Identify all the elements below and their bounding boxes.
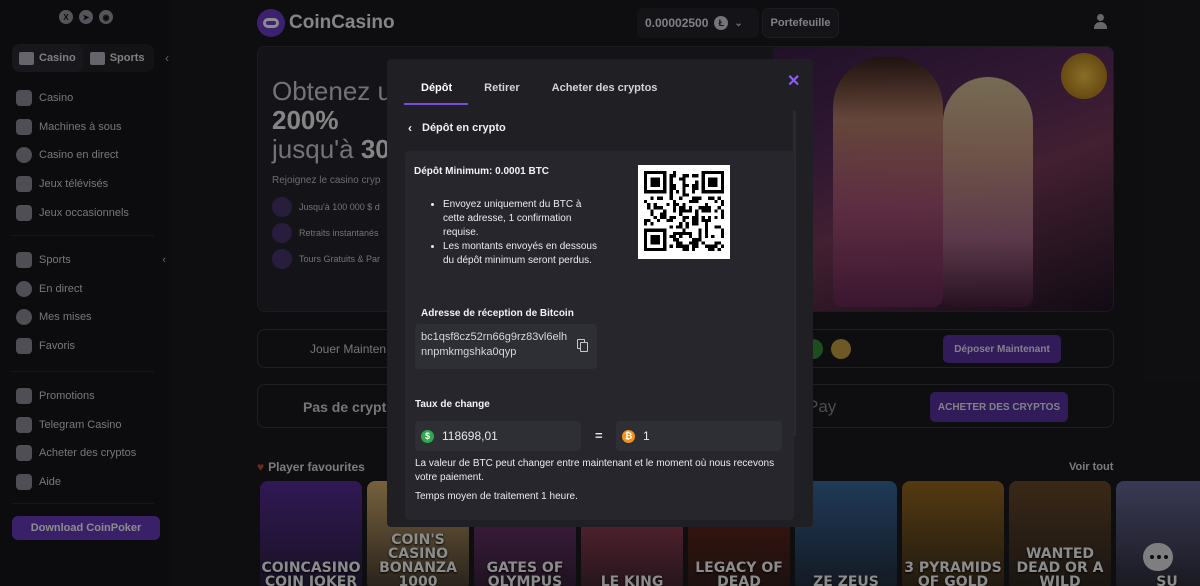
modal-body: ‹ Dépôt en crypto Dépôt Minimum: 0.0001 …	[404, 111, 796, 521]
qr-code-image	[644, 171, 724, 251]
copy-icon[interactable]	[577, 339, 589, 352]
tab-buy-crypto[interactable]: Acheter des cryptos	[536, 75, 674, 105]
close-icon[interactable]: ✕	[787, 71, 800, 91]
min-deposit-text: Dépôt Minimum: 0.0001 BTC	[414, 166, 550, 177]
btc-amount: 1	[643, 429, 650, 443]
tab-deposit[interactable]: Dépôt	[404, 75, 469, 105]
bitcoin-address[interactable]: bc1qsf8cz52rn66g9rz83vl6elhnnpmkmgshka0q…	[421, 330, 571, 360]
instruction-item: Envoyez uniquement du BTC à cette adress…	[443, 198, 603, 240]
address-label: Adresse de réception de Bitcoin	[421, 308, 574, 319]
tab-withdraw[interactable]: Retirer	[468, 75, 535, 105]
instruction-item: Les montants envoyés en dessous du dépôt…	[443, 240, 603, 268]
usd-amount-field[interactable]: $ 118698,01	[415, 421, 581, 451]
deposit-instructions: Envoyez uniquement du BTC à cette adress…	[443, 198, 603, 268]
processing-time: Temps moyen de traitement 1 heure.	[415, 491, 578, 502]
exchange-rate-label: Taux de change	[415, 399, 490, 410]
deposit-modal: Dépôt Retirer Acheter des cryptos ✕ ‹ Dé…	[387, 59, 813, 527]
back-button[interactable]: ‹ Dépôt en crypto	[408, 121, 506, 135]
back-label: Dépôt en crypto	[422, 122, 506, 134]
chevron-left-icon: ‹	[408, 121, 412, 135]
address-field[interactable]: bc1qsf8cz52rn66g9rz83vl6elhnnpmkmgshka0q…	[415, 324, 597, 369]
rate-disclaimer: La valeur de BTC peut changer entre main…	[415, 458, 775, 483]
qr-code	[638, 165, 730, 259]
btc-amount-field[interactable]: ₿ 1	[616, 421, 782, 451]
modal-tabs: Dépôt Retirer Acheter des cryptos	[404, 75, 673, 105]
equals-sign: =	[595, 428, 603, 443]
dollar-icon: $	[421, 429, 434, 443]
bitcoin-icon: ₿	[622, 429, 635, 443]
usd-amount: 118698,01	[442, 429, 498, 443]
